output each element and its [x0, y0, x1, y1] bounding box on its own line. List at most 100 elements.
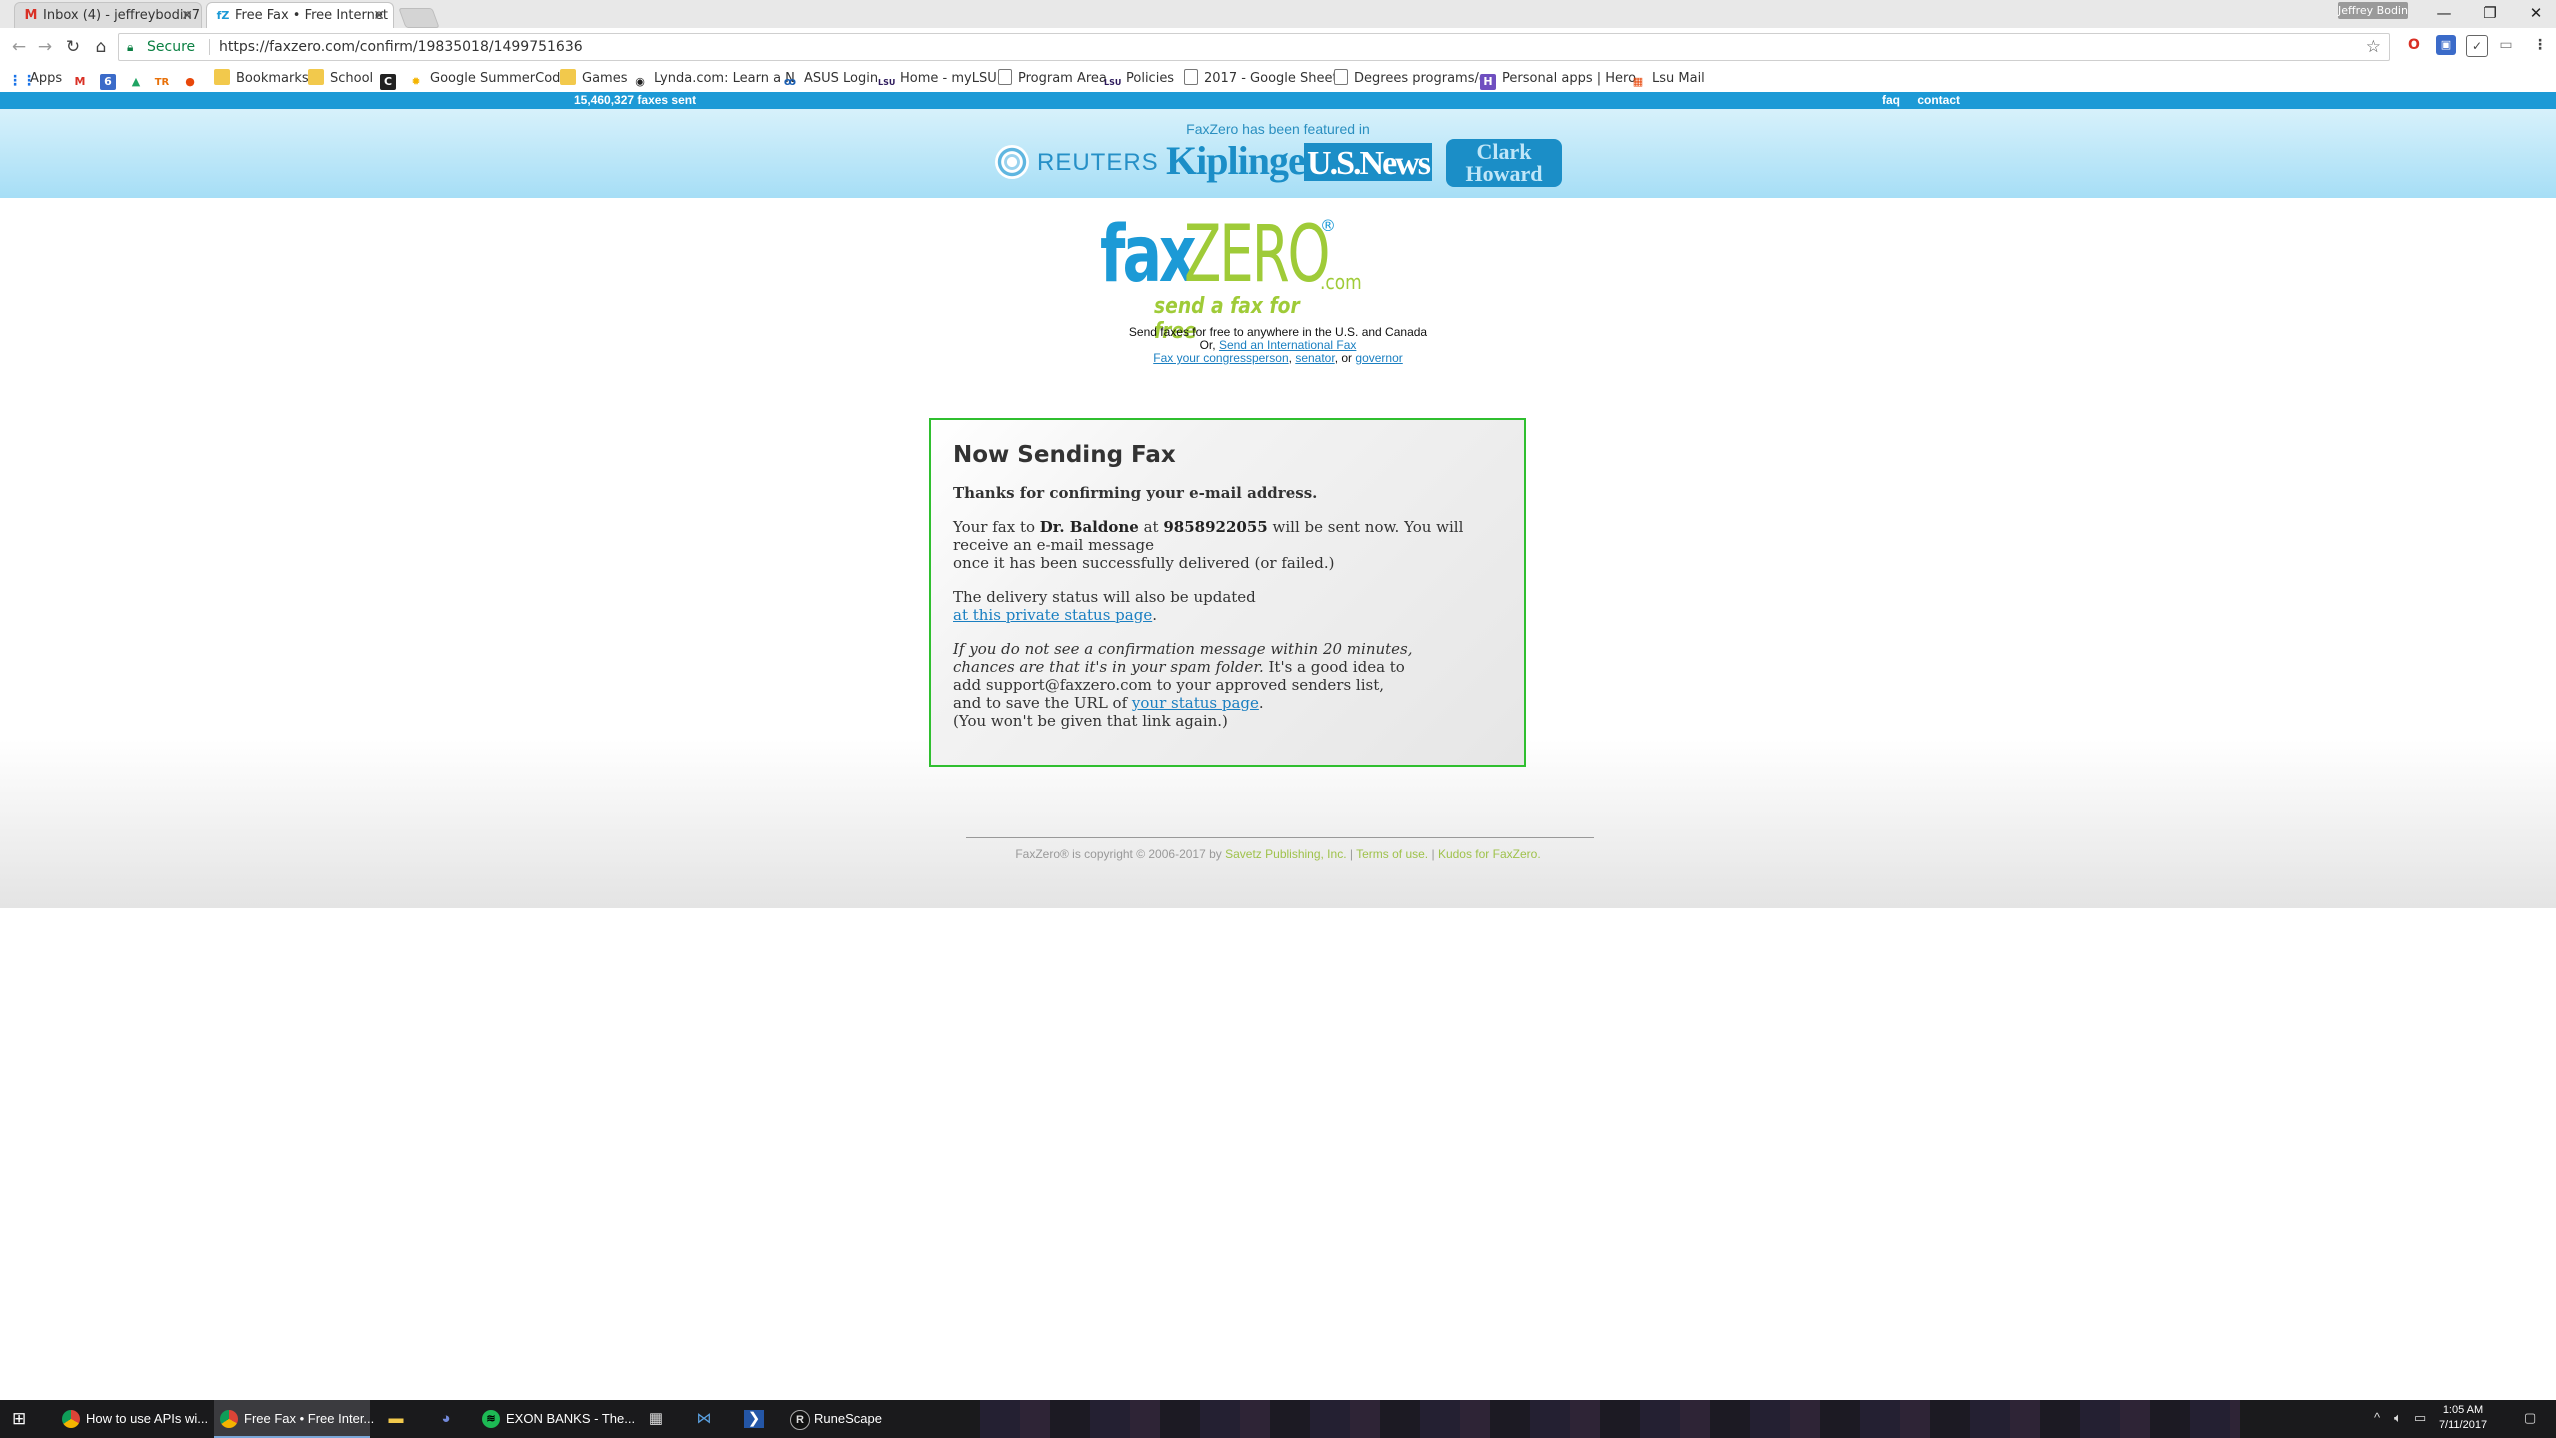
faxzero-icon: fZ — [216, 9, 230, 22]
footer-copyright: FaxZero® is copyright © 2006-2017 by Sav… — [1015, 847, 1541, 861]
faxzero-logo[interactable]: fax ZERO ® .com send a fax for free — [1098, 210, 1362, 344]
taskbar-item-spotify[interactable]: ≋ EXON BANKS - The... — [476, 1400, 636, 1438]
usnews-logo[interactable]: U.S.News — [1304, 143, 1432, 182]
contact-link[interactable]: contact — [1917, 93, 1960, 107]
folder-icon — [214, 69, 230, 85]
bookmark-folder-games[interactable]: Games — [560, 66, 627, 92]
bookmark-trello[interactable]: TR — [154, 66, 176, 92]
spam-note: If you do not see a confirmation message… — [953, 640, 1413, 730]
bookmark-circle[interactable]: ● — [182, 66, 204, 92]
chrome-icon — [220, 1410, 238, 1428]
visual-studio-icon[interactable]: ⋈ — [694, 1410, 714, 1428]
notifications-icon[interactable]: ▢ — [2524, 1410, 2536, 1426]
folder-icon — [308, 69, 324, 85]
extension-window-icon[interactable]: ▣ — [2436, 35, 2456, 55]
governor-link[interactable]: governor — [1355, 351, 1402, 365]
tab-label: Free Fax • Free Internet F — [235, 8, 394, 23]
home-button[interactable]: ⌂ — [90, 36, 112, 58]
address-bar[interactable]: 🔒︎ Secure https://faxzero.com/confirm/19… — [118, 33, 2390, 61]
back-button[interactable]: ← — [8, 36, 30, 58]
bookmark-drive[interactable]: ▲ — [128, 66, 150, 92]
private-status-link[interactable]: at this private status page — [953, 606, 1152, 624]
powershell-icon[interactable]: ❯ — [744, 1410, 764, 1428]
fax-number: 9858922055 — [1163, 518, 1268, 536]
recipient-name: Dr. Baldone — [1039, 518, 1139, 536]
bookmark-cs[interactable]: C — [380, 66, 402, 92]
discord-icon[interactable]: ◕ — [436, 1410, 456, 1428]
bookmark-folder-school[interactable]: School — [308, 66, 373, 92]
close-icon[interactable]: ✕ — [373, 3, 385, 28]
forward-button[interactable]: → — [34, 36, 56, 58]
minimize-button[interactable]: — — [2424, 2, 2464, 24]
document-icon — [1334, 69, 1348, 85]
status-page-link[interactable]: your status page — [1132, 694, 1259, 712]
bookmark-google-summercode[interactable]: ✹ Google SummerCode — [408, 66, 568, 92]
faxes-sent-count: 15,460,327 faxes sent — [574, 93, 697, 107]
clock-time: 1:05 AM — [2442, 1404, 2484, 1416]
runescape-icon: R — [790, 1410, 810, 1430]
bookmark-mylsu[interactable]: LSU Home - myLSU — [878, 66, 997, 92]
bookmark-lynda[interactable]: ◉ Lynda.com: Learn a N — [632, 66, 795, 92]
windows-start-icon[interactable]: ⊞ — [12, 1410, 30, 1428]
tab-inbox[interactable]: M Inbox (4) - jeffreybodin7 ✕ — [14, 2, 202, 28]
featured-banner: FaxZero has been featured in REUTERS Kip… — [0, 109, 2556, 198]
close-icon[interactable]: ✕ — [181, 3, 193, 28]
kiplinger-logo[interactable]: Kiplinger — [1166, 139, 1322, 183]
bookmark-lsu-mail[interactable]: ▦ Lsu Mail — [1630, 66, 1705, 92]
lock-icon: 🔒︎ — [127, 40, 134, 54]
reload-button[interactable]: ↻ — [62, 36, 84, 58]
tab-free-fax[interactable]: fZ Free Fax • Free Internet F ✕ — [206, 2, 394, 28]
menu-kebab-icon[interactable]: ⋮ — [2530, 35, 2550, 55]
bookmark-folder-bookmarks[interactable]: Bookmarks — [214, 66, 309, 92]
bookmark-asus-login[interactable]: ꝏ ASUS Login — [782, 66, 878, 92]
taskbar-item-free-fax[interactable]: Free Fax • Free Inter... — [214, 1400, 374, 1438]
restore-button[interactable]: ❐ — [2470, 2, 2510, 24]
terms-link[interactable]: Terms of use. — [1356, 847, 1428, 861]
tab-label: Inbox (4) - jeffreybodin7 — [43, 8, 200, 23]
lynda-icon: ◉ — [635, 75, 645, 88]
bookmark-docs[interactable]: 6 — [100, 66, 122, 92]
tray-network-icon[interactable]: ▭ — [2414, 1410, 2426, 1426]
bookmark-google-sheets[interactable]: 2017 - Google Sheets — [1184, 66, 1344, 92]
asus-icon: ꝏ — [783, 75, 797, 88]
bookmark-apps[interactable]: ⋮⋮Apps — [8, 66, 62, 92]
tab-strip: M Inbox (4) - jeffreybodin7 ✕ fZ Free Fa… — [0, 0, 2556, 28]
bookmarks-bar: ⋮⋮Apps M 6 ▲ TR ● Bookmarks School C ✹ Go… — [0, 66, 2556, 93]
bookmark-star-icon[interactable]: ☆ — [2366, 34, 2381, 60]
reuters-dots-icon — [995, 145, 1029, 179]
bookmark-policies[interactable]: LSU Policies — [1104, 66, 1174, 92]
extension-opera-icon[interactable]: O — [2404, 35, 2424, 55]
taskbar-item-apis[interactable]: How to use APIs wi... — [56, 1400, 208, 1438]
window-close-button[interactable]: ✕ — [2516, 2, 2556, 24]
taskbar-background — [980, 1400, 2240, 1438]
bookmark-heroku[interactable]: H Personal apps | Hero — [1480, 66, 1636, 92]
tray-chevron-up-icon[interactable]: ^ — [2374, 1410, 2380, 1425]
taskbar-clock[interactable]: 1:05 AM 7/11/2017 — [2428, 1403, 2498, 1433]
reuters-logo[interactable]: REUTERS — [995, 145, 1159, 181]
international-fax-link[interactable]: Send an International Fax — [1219, 338, 1356, 352]
kudos-link[interactable]: Kudos for FaxZero. — [1438, 847, 1541, 861]
clark-howard-logo[interactable]: Clark Howard — [1446, 139, 1562, 187]
extension-cast-icon[interactable]: ▭ — [2496, 35, 2516, 55]
file-explorer-icon[interactable]: ▬ — [386, 1410, 406, 1428]
congressperson-link[interactable]: Fax your congressperson — [1153, 351, 1288, 365]
new-tab-button[interactable] — [398, 8, 440, 28]
extension-shield-icon[interactable]: ✓ — [2466, 35, 2488, 57]
profile-button[interactable]: Jeffrey Bodin — [2338, 2, 2408, 19]
gmail-icon: M — [24, 8, 38, 23]
taskbar-item-runescape[interactable]: R RuneScape — [784, 1400, 904, 1438]
status-note: The delivery status will also be updated… — [953, 588, 1256, 624]
sending-fax-panel: Now Sending Fax Thanks for confirming yo… — [929, 418, 1526, 767]
url-text[interactable]: https://faxzero.com/confirm/19835018/149… — [219, 34, 583, 60]
microsoft-icon: ▦ — [1632, 75, 1644, 88]
bookmark-program-area[interactable]: Program Area — [998, 66, 1107, 92]
senator-link[interactable]: senator — [1295, 351, 1334, 365]
bookmark-degrees[interactable]: Degrees programs/c — [1334, 66, 1486, 92]
bookmark-gmail[interactable]: M — [72, 66, 94, 92]
spotify-icon: ≋ — [482, 1410, 500, 1428]
calculator-icon[interactable]: ▦ — [646, 1410, 666, 1428]
tray-volume-icon[interactable]: 🔈︎ — [2394, 1410, 2402, 1426]
savetz-link[interactable]: Savetz Publishing, Inc. — [1225, 847, 1346, 861]
fax-details: Your fax to Dr. Baldone at 9858922055 wi… — [953, 518, 1464, 572]
faq-link[interactable]: faq — [1882, 93, 1900, 107]
